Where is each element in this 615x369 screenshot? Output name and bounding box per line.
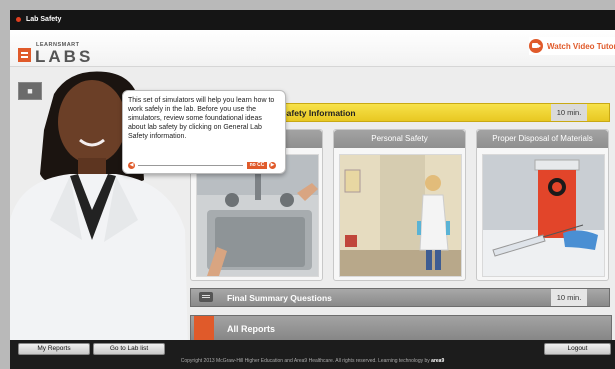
- copyright-text: Copyright 2013 McGraw-Hill Higher Educat…: [10, 358, 615, 364]
- app-title: Lab Safety: [26, 16, 62, 23]
- questions-icon: [199, 292, 213, 302]
- final-summary-label: Final Summary Questions: [227, 293, 332, 303]
- final-summary-minutes: 10 min.: [551, 289, 587, 306]
- disposal-image: [482, 154, 605, 277]
- proper-disposal-header: Proper Disposal of Materials: [477, 130, 608, 148]
- rewind-icon[interactable]: ◀: [128, 162, 135, 169]
- app-status-dot: [16, 17, 21, 22]
- footer: My Reports Go to Lab list Logout Copyrig…: [10, 340, 615, 369]
- labs-logo-icon: [18, 48, 31, 62]
- header: LEARNSMART LABS: [10, 30, 615, 67]
- proper-disposal-card[interactable]: Proper Disposal of Materials: [476, 129, 609, 281]
- logo-labs: LABS: [35, 47, 94, 66]
- title-bar: Lab Safety: [10, 10, 615, 30]
- audio-progress-track[interactable]: [138, 165, 243, 166]
- tooltip-audio-controls: ◀ no CC ▶: [128, 161, 280, 170]
- all-reports-label: All Reports: [227, 324, 276, 334]
- personal-safety-card[interactable]: Personal Safety: [333, 129, 466, 281]
- my-reports-button[interactable]: My Reports: [18, 343, 90, 355]
- app-frame: Lab Safety LEARNSMART LABS Watch Video T…: [10, 10, 615, 369]
- intro-tooltip-text: This set of simulators will help you lea…: [128, 97, 275, 140]
- personal-safety-image: [339, 154, 462, 277]
- general-safety-minutes: 10 min.: [551, 104, 587, 121]
- intro-tooltip: This set of simulators will help you lea…: [122, 90, 286, 174]
- next-icon[interactable]: ▶: [269, 162, 276, 169]
- watch-video-label: Watch Video Tutorial: [547, 41, 615, 51]
- cc-toggle-button[interactable]: no CC: [247, 162, 267, 169]
- copyright-notice: Copyright 2013 McGraw-Hill Higher Educat…: [180, 358, 430, 364]
- video-camera-icon: [529, 39, 543, 53]
- go-to-lab-list-button[interactable]: Go to Lab list: [93, 343, 165, 355]
- all-reports-bar[interactable]: All Reports: [190, 315, 612, 342]
- watch-video-tutorial-button[interactable]: Watch Video Tutorial: [529, 37, 615, 55]
- final-summary-bar[interactable]: Final Summary Questions 10 min.: [190, 288, 610, 307]
- area9-brand: area9: [431, 358, 445, 364]
- general-safety-label: Safety Information: [281, 108, 356, 118]
- logout-button[interactable]: Logout: [544, 343, 611, 355]
- personal-safety-header: Personal Safety: [334, 130, 465, 148]
